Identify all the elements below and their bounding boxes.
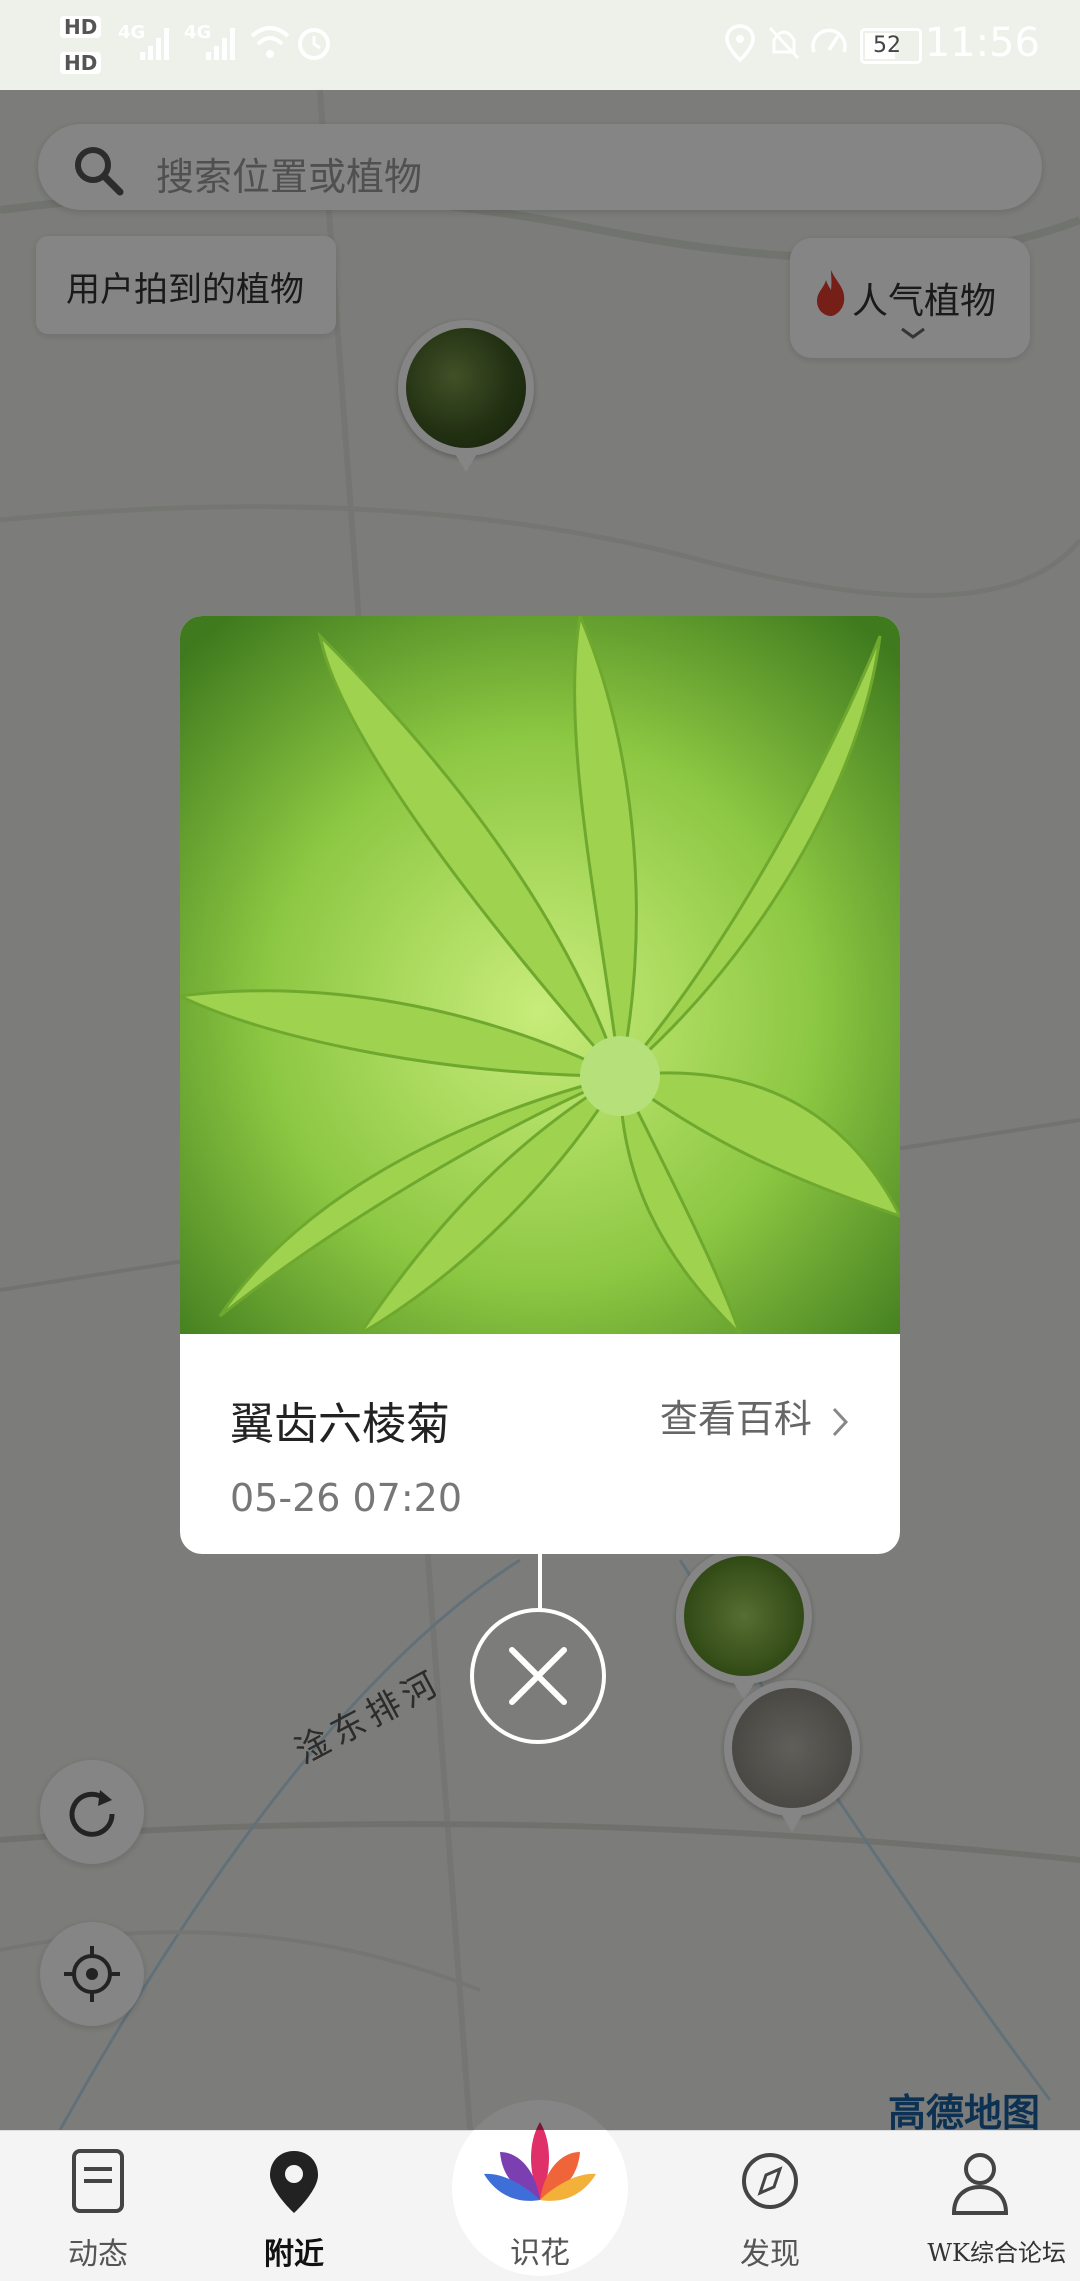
mute-icon <box>768 26 800 60</box>
chevron-right-icon <box>832 1407 849 1436</box>
hd-indicator: HD <box>60 52 102 74</box>
data-speed-icon <box>811 28 847 53</box>
nav-label: 识花 <box>510 2236 570 2271</box>
hd-indicator: HD <box>60 16 102 38</box>
nav-item-discover[interactable]: 发现 <box>690 2131 850 2281</box>
location-pin-icon <box>270 2151 318 2213</box>
plant-name: 翼齿六棱菊 <box>230 1399 450 1450</box>
nav-label: 附近 <box>264 2237 324 2272</box>
nav-item-feed[interactable]: 动态 <box>18 2131 178 2281</box>
status-bar: HD HD 4G 4G 52 11:56 <box>0 0 1080 90</box>
view-encyclopedia-link[interactable]: 查看百科 <box>660 1388 852 1443</box>
feed-icon <box>72 2149 124 2213</box>
compass-icon <box>742 2153 798 2209</box>
battery-icon: 52 <box>860 28 922 64</box>
status-time: 11:56 <box>924 20 1040 66</box>
signal-icon <box>206 28 235 60</box>
connector-line <box>538 1554 542 1610</box>
alarm-icon <box>298 28 330 60</box>
watermark: WK综合论坛 <box>927 2239 1066 2267</box>
location-icon <box>725 24 755 63</box>
profile-icon <box>951 2153 1009 2215</box>
plant-photo <box>180 616 900 1334</box>
plant-detail-card[interactable]: 翼齿六棱菊 查看百科 05-26 07:20 <box>180 616 900 1554</box>
nav-item-nearby[interactable]: 附近 <box>214 2131 374 2281</box>
photo-timestamp: 05-26 07:20 <box>230 1476 463 1520</box>
nav-label: 发现 <box>740 2237 800 2272</box>
nav-label: 动态 <box>68 2237 128 2272</box>
close-icon <box>509 1647 567 1705</box>
wifi-icon <box>250 26 290 58</box>
view-encyclopedia-label: 查看百科 <box>659 1397 812 1441</box>
signal-icon <box>140 28 169 60</box>
battery-level: 52 <box>873 33 901 58</box>
close-button[interactable] <box>470 1608 606 1744</box>
